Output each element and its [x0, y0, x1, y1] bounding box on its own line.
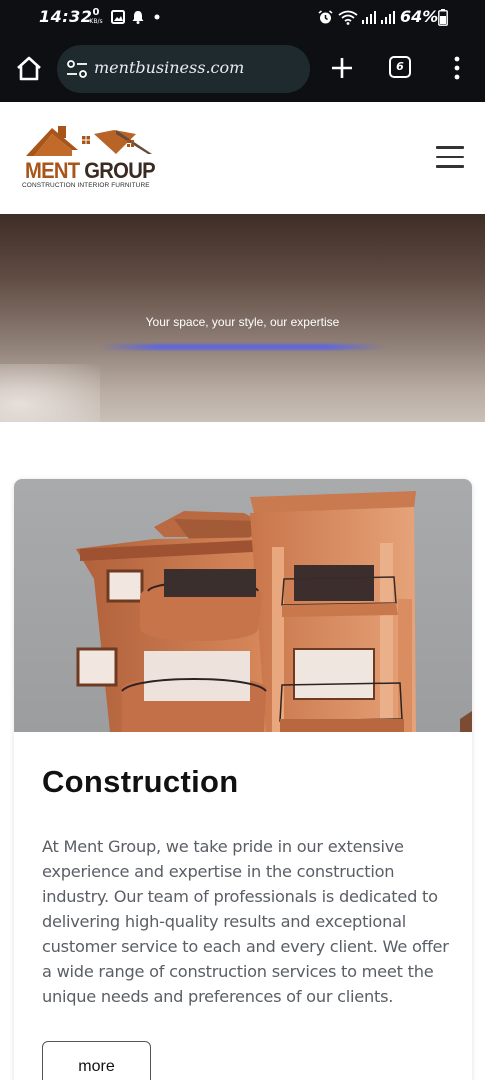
hamburger-icon[interactable]	[436, 146, 464, 170]
hero-light-strip	[100, 344, 385, 350]
hamburger-line	[436, 165, 464, 168]
signal-icon	[381, 11, 395, 24]
hamburger-line	[436, 155, 464, 158]
home-icon[interactable]	[14, 54, 44, 84]
network-speed-unit: KB/s	[89, 18, 103, 25]
signal-icon	[362, 11, 376, 24]
construction-building-image	[14, 479, 472, 732]
new-tab-icon[interactable]	[329, 55, 355, 81]
site-header: MENT GROUP CONSTRUCTION INTERIOR FURNITU…	[0, 102, 485, 214]
logo-name-part2: GROUP	[84, 158, 155, 183]
battery-icon	[438, 9, 448, 26]
battery-percent: 64%	[400, 7, 439, 26]
building-illustration	[76, 491, 472, 732]
more-button[interactable]: more	[42, 1041, 151, 1080]
service-card: Construction At Ment Group, we take prid…	[14, 479, 472, 1080]
hero-banner: Your space, your style, our expertise	[0, 214, 485, 422]
more-menu-icon[interactable]	[451, 56, 463, 80]
hero-tagline: Your space, your style, our expertise	[145, 315, 340, 329]
dot-icon	[154, 14, 160, 20]
logo-name: MENT GROUP	[25, 158, 156, 184]
wifi-icon	[338, 10, 358, 25]
site-settings-icon[interactable]	[66, 59, 88, 79]
address-bar[interactable]: mentbusiness.com	[57, 45, 310, 93]
browser-toolbar: mentbusiness.com 6	[0, 38, 485, 102]
network-speed: 0 KB/s	[88, 7, 104, 26]
tab-count: 6	[396, 60, 404, 73]
status-time: 14:32	[39, 7, 93, 26]
card-description: At Ment Group, we take pride in our exte…	[42, 837, 449, 1006]
hamburger-line	[436, 146, 464, 149]
card-title: Construction	[42, 764, 239, 799]
logo-tagline: CONSTRUCTION INTERIOR FURNITURE	[22, 182, 150, 189]
notification-icon	[132, 11, 144, 24]
tab-switcher-button[interactable]: 6	[389, 56, 411, 78]
gallery-icon	[111, 10, 125, 24]
network-speed-value: 0	[92, 7, 100, 18]
alarm-icon	[318, 10, 333, 24]
url-text[interactable]: mentbusiness.com	[94, 58, 244, 77]
status-bar: 14:32 0 KB/s 64%	[0, 0, 485, 38]
logo-name-part1: MENT	[25, 158, 85, 183]
logo-roofs-icon	[26, 126, 152, 156]
site-logo[interactable]: MENT GROUP CONSTRUCTION INTERIOR FURNITU…	[20, 120, 165, 194]
